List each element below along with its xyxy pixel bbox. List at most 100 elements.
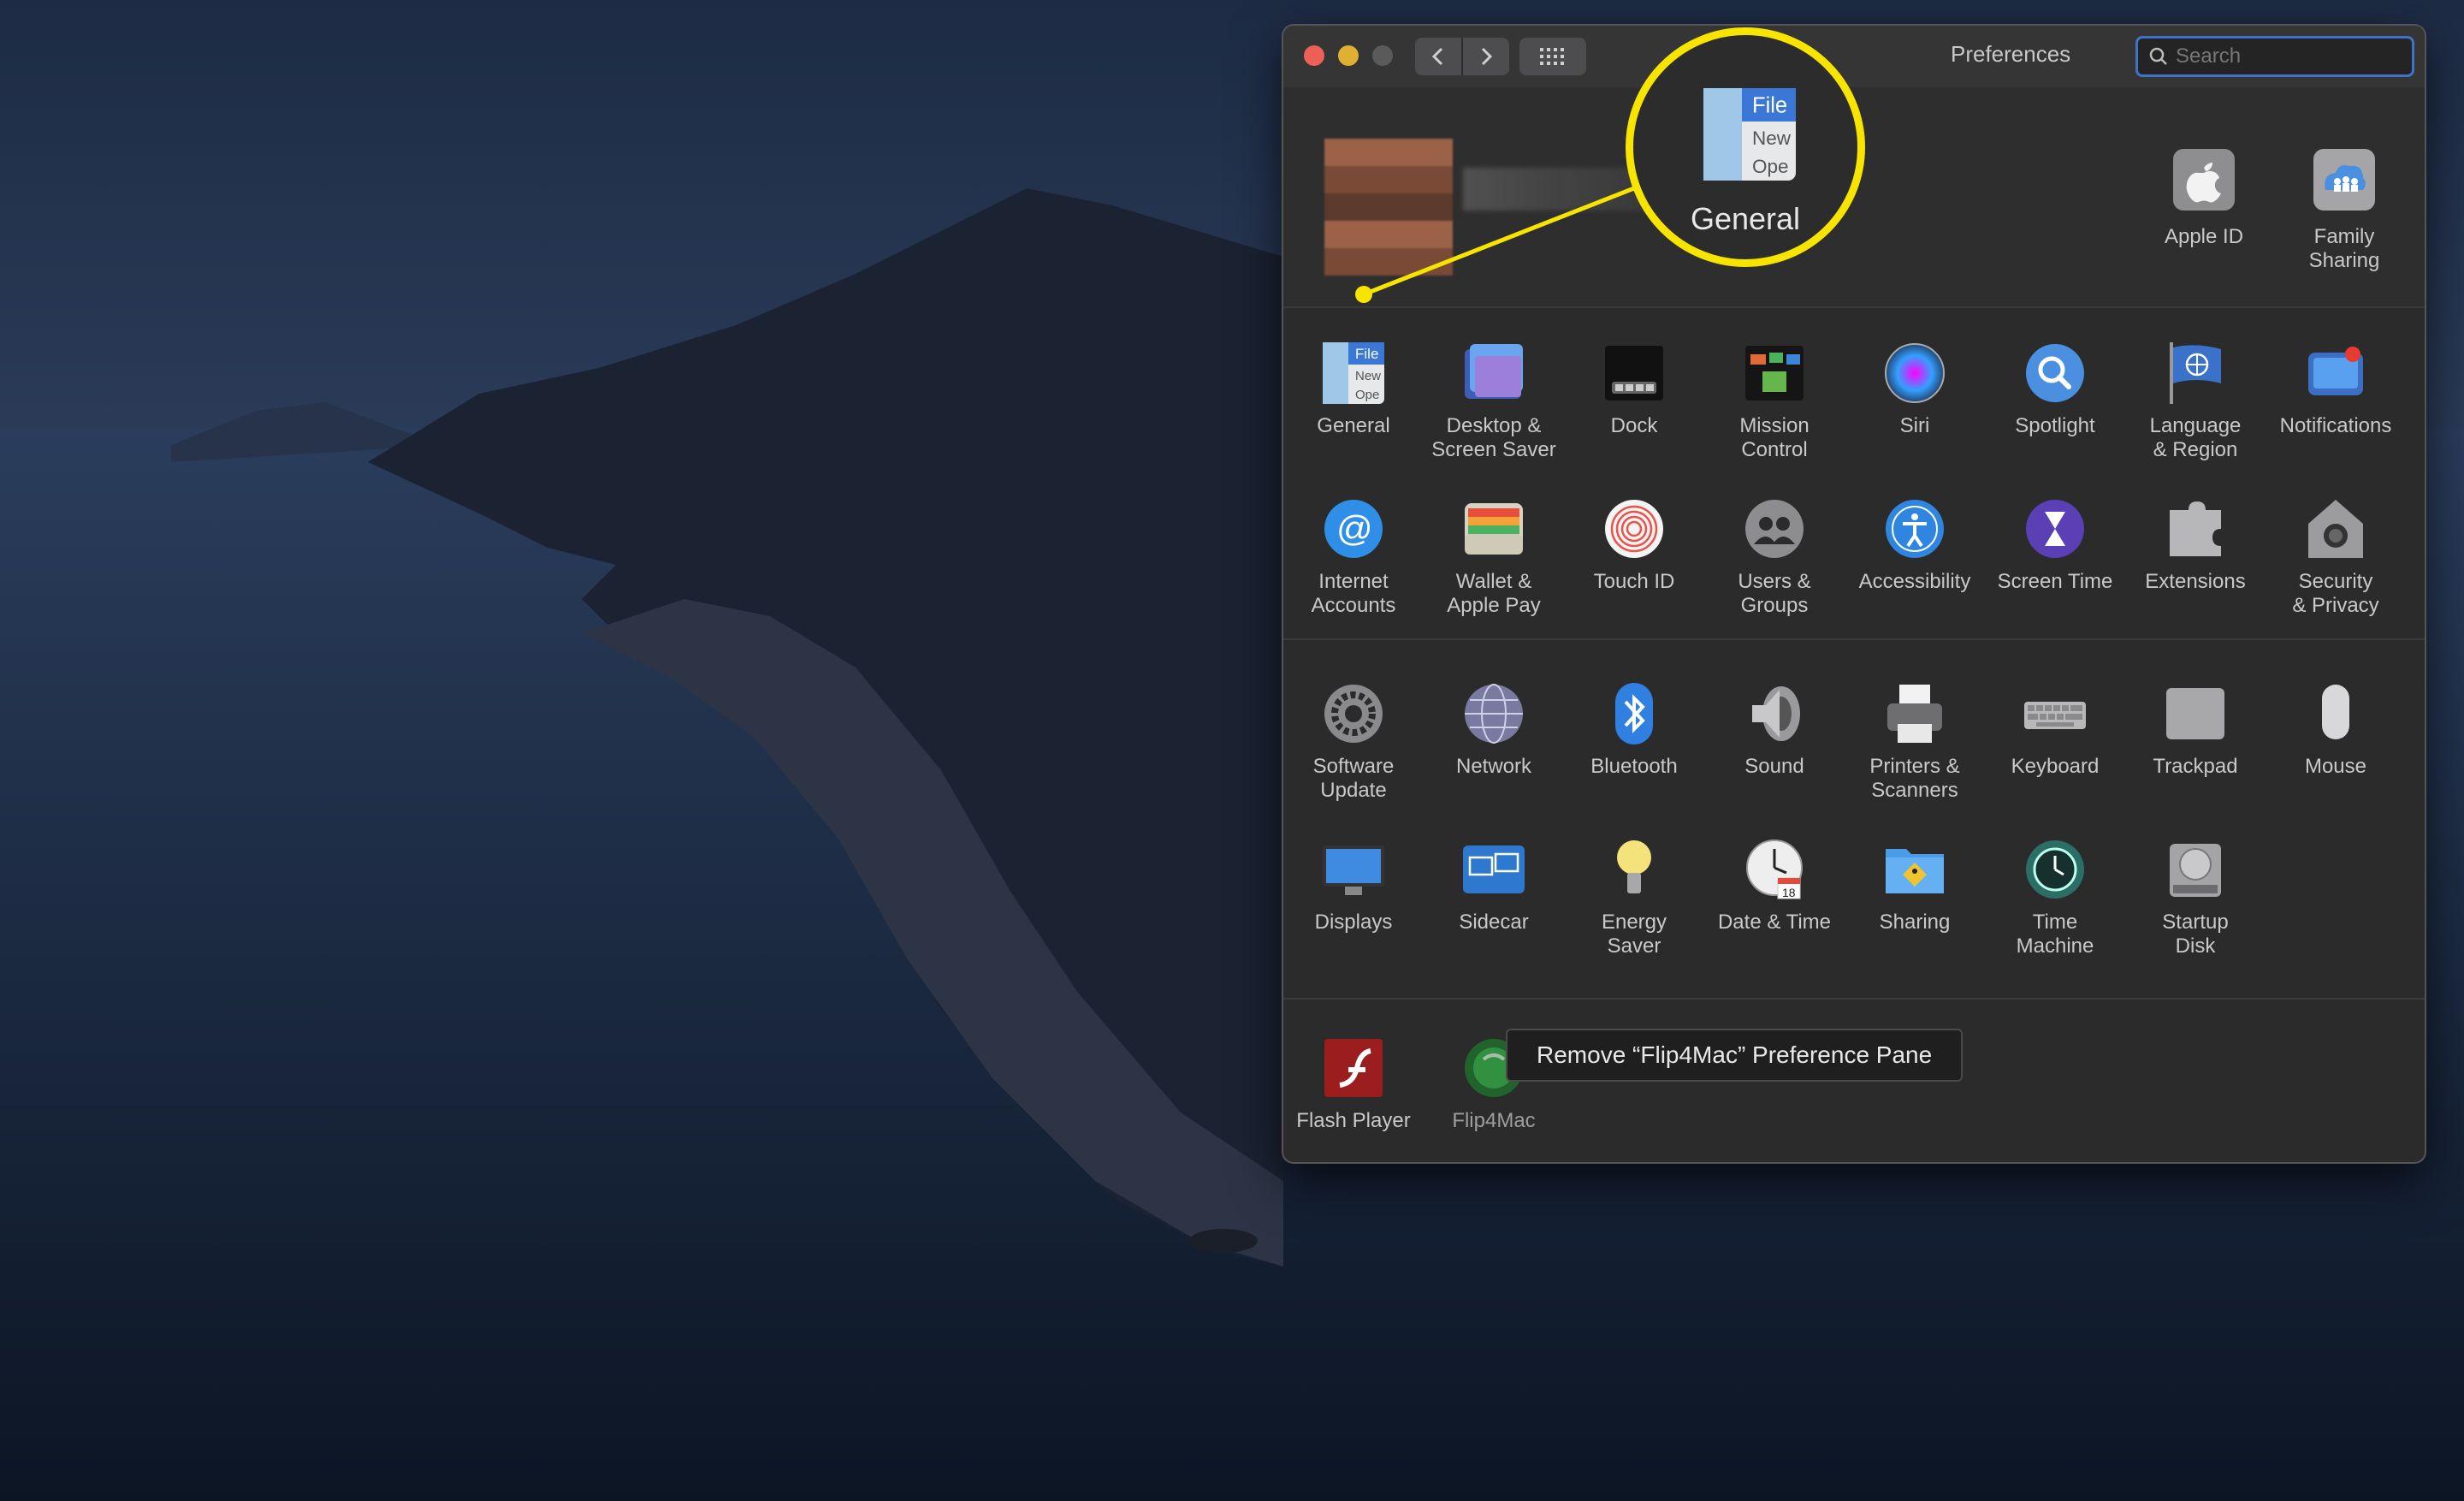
pane-label: Software Update <box>1312 755 1395 802</box>
pane-network[interactable]: Network <box>1424 679 1564 779</box>
pane-keyboard[interactable]: Keyboard <box>1985 679 2125 779</box>
pane-label: Time Machine <box>2016 911 2094 958</box>
pane-label: Users & Groups <box>1738 570 1811 617</box>
pane-dock[interactable]: Dock <box>1564 339 1704 438</box>
pane-extensions[interactable]: Extensions <box>2125 495 2266 594</box>
pane-label: Security & Privacy <box>2292 570 2379 617</box>
pane-label: Screen Time <box>1997 570 2113 593</box>
pane-sound[interactable]: Sound <box>1704 679 1845 779</box>
pane-label: Extensions <box>2145 570 2246 593</box>
startup-disk-icon <box>2161 835 2230 904</box>
security-icon <box>2301 495 2370 563</box>
time-machine-icon <box>2021 835 2089 904</box>
sharing-icon <box>1881 835 1949 904</box>
svg-text:File: File <box>1355 346 1378 362</box>
back-button[interactable] <box>1415 38 1463 75</box>
extensions-icon <box>2161 495 2230 563</box>
pane-energy-saver[interactable]: Energy Saver <box>1564 835 1704 958</box>
pane-label: Bluetooth <box>1590 755 1678 778</box>
pane-label: Notifications <box>2279 414 2392 437</box>
pane-internet-accounts[interactable]: @ Internet Accounts <box>1283 495 1424 618</box>
zoom-button[interactable] <box>1372 45 1393 66</box>
minimize-button[interactable] <box>1338 45 1359 66</box>
pane-label: Language & Region <box>2149 414 2242 461</box>
wallet-icon <box>1460 495 1528 563</box>
search-field[interactable] <box>2135 36 2414 77</box>
search-input[interactable] <box>2174 44 2400 69</box>
pane-printers-scanners[interactable]: Printers & Scanners <box>1845 679 1985 803</box>
users-icon <box>1740 495 1809 563</box>
pane-displays[interactable]: Displays <box>1283 835 1424 934</box>
sound-icon <box>1740 679 1809 748</box>
pane-label: Trackpad <box>2153 755 2238 778</box>
pane-touch-id[interactable]: Touch ID <box>1564 495 1704 594</box>
pane-general[interactable]: File New Ope General <box>1283 339 1424 438</box>
bluetooth-icon <box>1600 679 1668 748</box>
pane-label: Dock <box>1610 414 1658 437</box>
pane-sidecar[interactable]: Sidecar <box>1424 835 1564 934</box>
callout-label: General <box>1690 201 1801 236</box>
pane-accessibility[interactable]: Accessibility <box>1845 495 1985 594</box>
pane-label: Flash Player <box>1296 1109 1411 1132</box>
chevron-right-icon <box>1481 47 1493 66</box>
pane-mouse[interactable]: Mouse <box>2266 679 2406 779</box>
close-button[interactable] <box>1304 45 1324 66</box>
pane-siri[interactable]: Siri <box>1845 339 1985 438</box>
pane-sharing[interactable]: Sharing <box>1845 835 1985 934</box>
pane-label: Wallet & Apple Pay <box>1447 570 1541 617</box>
pane-label: Apple ID <box>2164 225 2244 248</box>
svg-text:Ope: Ope <box>1752 156 1789 177</box>
pane-label: Flip4Mac <box>1452 1109 1536 1132</box>
pane-label: General <box>1317 414 1390 437</box>
forward-button[interactable] <box>1463 38 1509 75</box>
pane-mission-control[interactable]: Mission Control <box>1704 339 1845 462</box>
pane-label: Energy Saver <box>1601 911 1667 958</box>
pane-trackpad[interactable]: Trackpad <box>2125 679 2266 779</box>
keyboard-icon <box>2021 679 2089 748</box>
pane-security-privacy[interactable]: Security & Privacy <box>2266 495 2406 618</box>
pane-label: Printers & Scanners <box>1869 755 1960 802</box>
show-all-button[interactable] <box>1519 38 1586 75</box>
pane-date-time[interactable]: 18 Date & Time <box>1704 835 1845 934</box>
chevron-left-icon <box>1431 47 1443 66</box>
software-update-icon <box>1319 679 1388 748</box>
spotlight-icon <box>2021 339 2089 407</box>
pane-label: Mouse <box>2304 755 2367 778</box>
search-icon <box>2149 47 2167 65</box>
apple-icon <box>2173 149 2235 211</box>
pane-notifications[interactable]: Notifications <box>2266 339 2406 438</box>
language-icon <box>2161 339 2230 407</box>
pane-label: Sound <box>1744 755 1804 778</box>
pane-family-sharing[interactable]: Family Sharing <box>2276 145 2413 273</box>
pane-desktop-screen-saver[interactable]: Desktop & Screen Saver <box>1424 339 1564 462</box>
pane-label: Mission Control <box>1739 414 1810 461</box>
pane-label: Sharing <box>1879 911 1951 934</box>
pane-label: Startup Disk <box>2162 911 2229 958</box>
pane-wallet[interactable]: Wallet & Apple Pay <box>1424 495 1564 618</box>
remove-pane-tooltip[interactable]: Remove “Flip4Mac” Preference Pane <box>1506 1029 1964 1082</box>
svg-text:File: File <box>1752 94 1787 118</box>
pane-software-update[interactable]: Software Update <box>1283 679 1424 803</box>
pane-label: Sidecar <box>1459 911 1529 934</box>
printer-icon <box>1881 679 1949 748</box>
pane-apple-id[interactable]: Apple ID <box>2135 145 2272 249</box>
desktop-icon <box>1460 339 1528 407</box>
svg-text:New: New <box>1752 128 1792 149</box>
pane-language-region[interactable]: Language & Region <box>2125 339 2266 462</box>
sidecar-icon <box>1460 835 1528 904</box>
pane-startup-disk[interactable]: Startup Disk <box>2125 835 2266 958</box>
pane-label: Family Sharing <box>2308 225 2380 272</box>
pane-spotlight[interactable]: Spotlight <box>1985 339 2125 438</box>
screen-time-icon <box>2021 495 2089 563</box>
pane-screen-time[interactable]: Screen Time <box>1985 495 2125 594</box>
pane-bluetooth[interactable]: Bluetooth <box>1564 679 1704 779</box>
pane-flash-player[interactable]: Flash Player <box>1283 1034 1424 1133</box>
family-sharing-icon <box>2313 149 2375 211</box>
dock-icon <box>1600 339 1668 407</box>
pane-time-machine[interactable]: Time Machine <box>1985 835 2125 958</box>
siri-icon <box>1881 339 1949 407</box>
pane-users-groups[interactable]: Users & Groups <box>1704 495 1845 618</box>
avatar[interactable] <box>1324 139 1453 276</box>
pane-label: Network <box>1455 755 1532 778</box>
svg-text:New: New <box>1355 369 1381 383</box>
